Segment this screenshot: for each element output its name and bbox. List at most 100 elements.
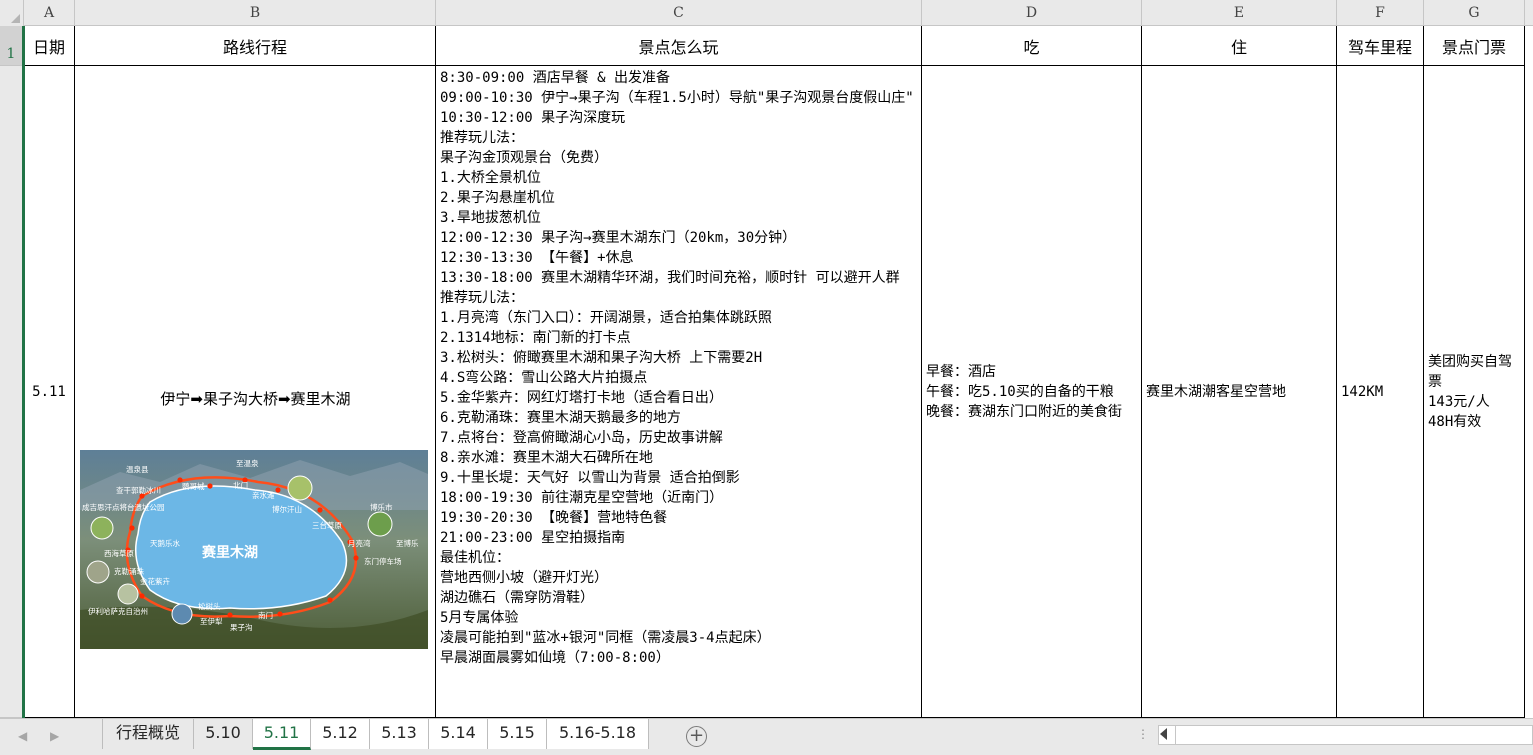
header-cell-ticket[interactable]: 景点门票 — [1424, 26, 1525, 66]
column-header-g[interactable]: G — [1424, 0, 1525, 26]
header-cell-driving-distance[interactable]: 驾车里程 — [1337, 26, 1424, 66]
sheet-tab-5-10[interactable]: 5.10 — [194, 719, 253, 749]
text-line: 8:30-09:00 酒店早餐 & 出发准备 — [440, 70, 671, 86]
text-line: 美团购买自驾票 — [1428, 353, 1512, 390]
map-label: 松树头 — [198, 601, 221, 611]
text-line: 凌晨可能拍到"蓝冰+银河"同框（需凌晨3-4点起床） — [440, 630, 771, 646]
column-header-c[interactable]: C — [436, 0, 922, 26]
column-header-a[interactable]: A — [24, 0, 75, 26]
map-label: 西海草原 — [104, 548, 134, 558]
map-label: 南门 — [258, 610, 273, 620]
select-all-triangle-icon — [11, 14, 20, 23]
tab-scroll-left-icon[interactable]: ◀ — [18, 729, 27, 743]
map-label: 成吉思汗点将台遗址公园 — [82, 502, 165, 512]
text-line: 6.克勒涌珠：赛里木湖天鹅最多的地方 — [440, 410, 681, 426]
map-label: 至伊犁 — [200, 616, 223, 626]
map-label: 金花紫卉 — [140, 576, 170, 586]
column-header-b[interactable]: B — [75, 0, 436, 26]
text-line: 09:00-10:30 伊宁→果子沟（车程1.5小时）导航"果子沟观景台度假山庄… — [440, 90, 914, 106]
cell-stay[interactable]: 赛里木湖潮客星空营地 — [1142, 66, 1337, 718]
cell-distance[interactable]: 142KM — [1337, 66, 1424, 718]
scroll-left-icon — [1160, 728, 1167, 740]
text-line: 5.金华紫卉：网红灯塔打卡地（适合看日出） — [440, 390, 723, 406]
cell-eat[interactable]: 早餐：酒店 午餐：吃5.10买的自备的干粮 晚餐：赛湖东门口附近的美食街 — [922, 66, 1142, 718]
map-label: 博尔汗山 — [272, 504, 302, 514]
text-line: 48H有效 — [1428, 413, 1482, 430]
map-label: 至博乐 — [396, 538, 419, 548]
route-map-image[interactable]: 赛里木湖 温泉县 至温泉 查干郭勒冰川 鹦哥城 北门 亲水滩 博尔汗山 博乐市 … — [80, 450, 428, 649]
text-line: 最佳机位： — [440, 550, 510, 566]
text-line: 推荐玩儿法： — [440, 290, 524, 306]
sheet-tab-5-14[interactable]: 5.14 — [429, 719, 488, 749]
map-label: 北门 — [233, 481, 248, 490]
column-header-d[interactable]: D — [922, 0, 1142, 26]
select-all-corner[interactable] — [0, 0, 24, 26]
cell-how-to-play[interactable]: 8:30-09:00 酒店早餐 & 出发准备 09:00-10:30 伊宁→果子沟… — [436, 66, 922, 718]
text-line: 2.果子沟悬崖机位 — [440, 190, 555, 206]
sheet-tab-5-13[interactable]: 5.13 — [370, 719, 429, 749]
text-line: 1.大桥全景机位 — [440, 170, 541, 186]
split-handle-icon[interactable]: ⋮ — [1137, 727, 1150, 741]
column-header-e[interactable]: E — [1142, 0, 1337, 26]
eat-lines: 早餐：酒店 午餐：吃5.10买的自备的干粮 晚餐：赛湖东门口附近的美食街 — [922, 362, 1126, 422]
column-header-f[interactable]: F — [1337, 0, 1424, 26]
map-label: 鹦哥城 — [182, 481, 205, 491]
sheet-tab-5-12[interactable]: 5.12 — [311, 719, 370, 749]
text-line: 21:00-23:00 星空拍摄指南 — [440, 530, 626, 546]
text-line: 7.点将台：登高俯瞰湖心小岛，历史故事讲解 — [440, 430, 723, 446]
text-line: 19:30-20:30 【晚餐】营地特色餐 — [440, 510, 668, 526]
text-line: 3.松树头：俯瞰赛里木湖和果子沟大桥 上下需要2H — [440, 350, 763, 366]
column-header-row: A B C D E F G — [0, 0, 1533, 26]
add-sheet-icon[interactable]: + — [686, 726, 707, 747]
text-line: 营地西侧小坡（避开灯光） — [440, 570, 608, 586]
text-line: 1.月亮湾（东门入口）：开阔湖景，适合拍集体跳跃照 — [440, 310, 772, 326]
sheet-tab-5-16-5-18[interactable]: 5.16-5.18 — [547, 719, 649, 749]
text-line: 早餐：酒店 — [926, 363, 996, 380]
map-label: 亲水滩 — [252, 490, 275, 500]
map-label: 伊利哈萨克自治州 — [88, 606, 148, 616]
text-line: 12:30-13:30 【午餐】+休息 — [440, 250, 634, 266]
text-line: 9.十里长堤：天气好 以雪山为背景 适合拍倒影 — [440, 470, 740, 486]
header-cell-how-to-play[interactable]: 景点怎么玩 — [436, 26, 922, 66]
tab-scroll-right-icon[interactable]: ▶ — [50, 729, 59, 743]
row-header-1[interactable]: 1 — [0, 26, 24, 66]
text-line: 早晨湖面晨雾如仙境（7:00-8:00） — [440, 650, 670, 666]
map-label: 至温泉 — [236, 458, 259, 468]
cell-date[interactable]: 5.11 — [24, 66, 75, 718]
map-label: 博乐市 — [370, 502, 393, 512]
plan-lines: 8:30-09:00 酒店早餐 & 出发准备 09:00-10:30 伊宁→果子沟… — [436, 66, 921, 668]
map-label: 查干郭勒冰川 — [116, 485, 161, 495]
text-line: 8.亲水滩：赛里木湖大石碑所在地 — [440, 450, 653, 466]
map-label: 温泉县 — [126, 464, 149, 474]
text-line: 18:00-19:30 前往潮克星空营地（近南门） — [440, 490, 724, 506]
map-label: 果子沟 — [230, 622, 253, 632]
sheet-tab-overview[interactable]: 行程概览 — [102, 719, 194, 749]
header-cell-eat[interactable]: 吃 — [922, 26, 1142, 66]
text-line: 143元/人 — [1428, 393, 1490, 410]
text-line: 3.旱地拔葱机位 — [440, 210, 541, 226]
text-line: 果子沟金顶观景台（免费） — [440, 150, 608, 166]
text-line: 推荐玩儿法： — [440, 130, 524, 146]
row-header-2[interactable] — [0, 66, 24, 718]
sheet-tab-bar: ◀ ▶ 行程概览 5.10 5.11 5.12 5.13 5.14 5.15 5… — [0, 718, 1533, 755]
text-line: 5月专属体验 — [440, 610, 519, 626]
header-cell-stay[interactable]: 住 — [1142, 26, 1337, 66]
text-line: 12:00-12:30 果子沟→赛里木湖东门（20km，30分钟） — [440, 230, 797, 246]
map-label: 克勒涌珠 — [114, 566, 144, 576]
text-line: 湖边礁石（需穿防滑鞋） — [440, 590, 594, 606]
sheet-tab-5-11[interactable]: 5.11 — [253, 719, 311, 750]
text-line: 10:30-12:00 果子沟深度玩 — [440, 110, 626, 126]
sheet-tab-5-15[interactable]: 5.15 — [488, 719, 547, 749]
header-cell-route[interactable]: 路线行程 — [75, 26, 436, 66]
route-text: 伊宁➡果子沟大桥➡赛里木湖 — [160, 390, 351, 408]
text-line: 4.S弯公路：雪山公路大片拍摄点 — [440, 370, 648, 386]
map-label: 月亮湾 — [348, 538, 371, 548]
horizontal-scrollbar[interactable] — [1158, 725, 1533, 745]
cell-ticket[interactable]: 美团购买自驾票 143元/人 48H有效 — [1424, 66, 1525, 718]
header-cell-date[interactable]: 日期 — [24, 26, 75, 66]
map-label: 天鹅乐水 — [150, 538, 180, 548]
cell-h-overflow — [1525, 26, 1533, 718]
map-label: 东门停车场 — [364, 556, 402, 566]
map-label: 三台草原 — [312, 520, 342, 530]
text-line: 午餐：吃5.10买的自备的干粮 — [926, 383, 1114, 400]
